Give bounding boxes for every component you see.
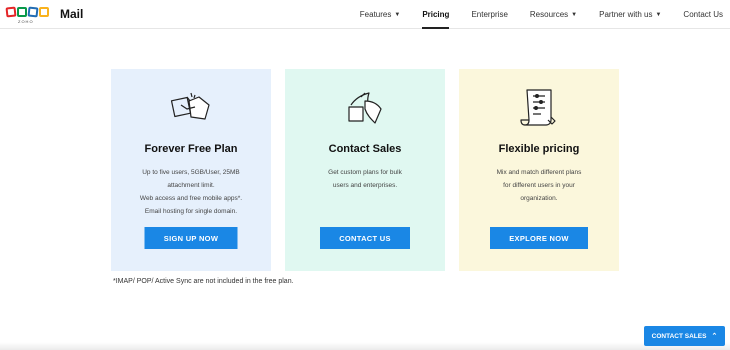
checklist-scroll-icon: [520, 89, 556, 126]
nav-enterprise[interactable]: Enterprise: [471, 0, 507, 29]
nav-partner[interactable]: Partner with us ▼: [599, 0, 661, 29]
bottom-shadow: [0, 342, 730, 350]
top-navigation-bar: ZOHO Mail Features ▼ Pricing Enterprise R…: [0, 0, 730, 29]
sign-up-now-button[interactable]: SIGN UP NOW: [144, 227, 238, 249]
plan-description: Get custom plans for bulk users and ente…: [328, 169, 402, 189]
caret-down-icon: ▼: [655, 11, 662, 18]
plan-title: Contact Sales: [328, 143, 402, 155]
plan-card-contact-sales: Contact Sales Get custom plans for bulk …: [285, 69, 445, 271]
free-plan-footnote: *IMAP/ POP/ Active Sync are not included…: [113, 278, 294, 285]
caret-down-icon: ▼: [571, 11, 578, 18]
plan-card-free: Forever Free Plan Up to five users, 5GB/…: [111, 69, 271, 271]
plan-title: Flexible pricing: [498, 143, 580, 155]
plan-card-flexible: Flexible pricing Mix and match different…: [459, 69, 619, 271]
contact-sales-floating-button[interactable]: CONTACT SALES ⌃: [644, 326, 725, 346]
contact-us-button[interactable]: CONTACT US: [320, 227, 410, 249]
chevron-up-icon: ⌃: [711, 333, 718, 340]
nav-pricing[interactable]: Pricing: [422, 0, 450, 29]
handshake-icon: [170, 92, 210, 120]
logo-wordmark: ZOHO: [18, 19, 34, 24]
nav-contact-us[interactable]: Contact Us: [683, 0, 723, 29]
explore-now-button[interactable]: EXPLORE NOW: [490, 227, 588, 249]
main-nav: Features ▼ Pricing Enterprise Resources ▼ …: [338, 0, 723, 29]
zoho-logo[interactable]: ZOHO: [5, 5, 54, 25]
zoho-logo-icon: ZOHO: [5, 5, 54, 25]
nav-resources[interactable]: Resources ▼: [530, 0, 577, 29]
plan-description: Up to five users, 5GB/User, 25MB attachm…: [139, 169, 243, 215]
plan-title: Forever Free Plan: [144, 143, 238, 155]
plan-description: Mix and match different plans for differ…: [496, 169, 582, 202]
nav-features[interactable]: Features ▼: [360, 0, 401, 29]
paper-shapes-icon: [348, 92, 382, 124]
caret-down-icon: ▼: [394, 11, 401, 18]
app-name[interactable]: Mail: [60, 7, 83, 21]
